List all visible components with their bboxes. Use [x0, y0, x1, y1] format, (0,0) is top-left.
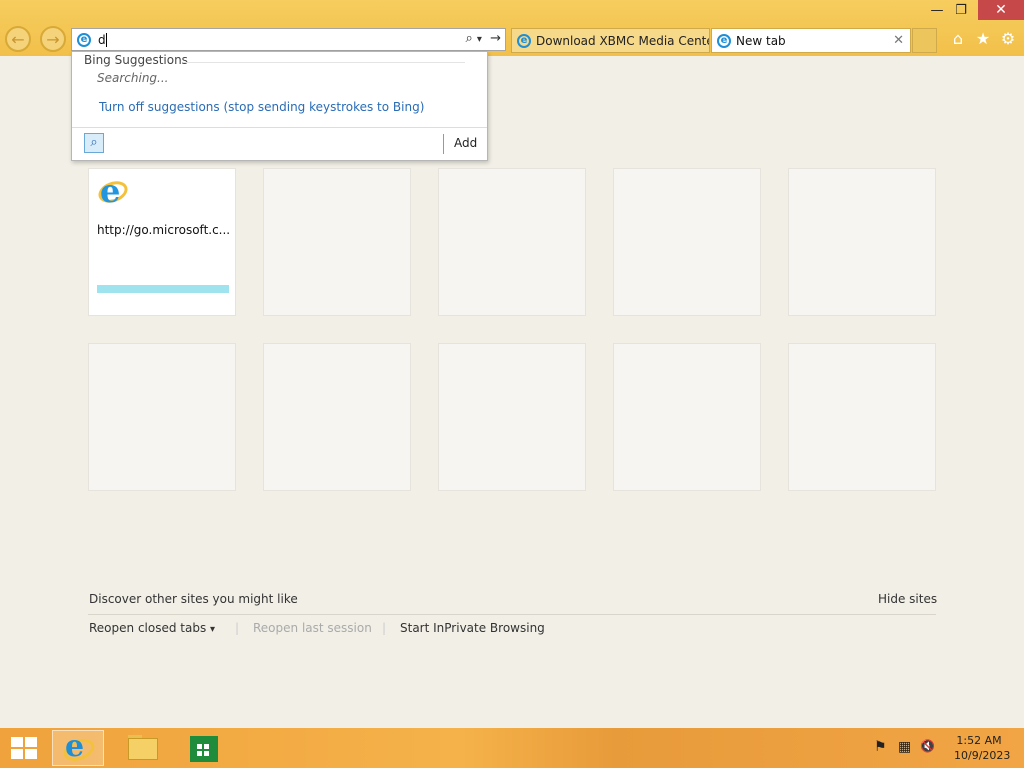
favorites-star-icon[interactable]: ★ — [973, 29, 993, 48]
chevron-down-icon[interactable]: ▾ — [477, 34, 482, 45]
taskbar-ie-button[interactable]: e — [52, 729, 104, 766]
new-tab-button[interactable] — [912, 28, 937, 53]
network-icon[interactable]: ▦ — [898, 739, 911, 755]
empty-tile — [263, 168, 411, 316]
suggestions-status: Searching... — [97, 71, 169, 85]
close-window-button[interactable]: ✕ — [978, 0, 1024, 20]
restore-button[interactable]: ❐ — [946, 2, 976, 20]
search-icon[interactable]: ⌕ — [466, 31, 473, 46]
empty-tile — [613, 168, 761, 316]
address-bar[interactable]: e d ⌕ ▾ → — [71, 28, 506, 51]
browser-chrome: — ❐ ✕ ← → e d ⌕ ▾ → e Download XBMC Medi… — [0, 0, 1024, 56]
start-inprivate-link[interactable]: Start InPrivate Browsing — [400, 621, 545, 635]
suggestions-header: Bing Suggestions — [84, 53, 188, 67]
empty-tile — [613, 343, 761, 491]
ie-icon: e — [95, 173, 131, 209]
tab-new-tab[interactable]: e New tab ✕ — [711, 28, 911, 53]
empty-tile — [438, 343, 586, 491]
close-tab-icon[interactable]: ✕ — [893, 29, 904, 52]
reopen-closed-tabs-label: Reopen closed tabs — [89, 621, 207, 635]
divider — [88, 614, 936, 615]
volume-muted-icon[interactable]: 🔇 — [920, 739, 935, 753]
store-icon — [190, 736, 218, 762]
text-caret — [106, 33, 107, 47]
search-provider-icon[interactable]: ⌕ — [84, 133, 104, 153]
empty-tile — [263, 343, 411, 491]
address-input[interactable]: d — [98, 33, 106, 47]
tab-label: New tab — [736, 34, 786, 48]
add-provider-button[interactable]: Add — [454, 136, 477, 150]
tile-activity-bar — [97, 285, 229, 293]
tab-download-xbmc[interactable]: e Download XBMC Media Cente... — [511, 28, 710, 53]
search-provider-bar: ⌕ Add — [72, 127, 487, 160]
ie-icon: e — [77, 33, 91, 47]
clock-time: 1:52 AM — [956, 734, 1002, 747]
back-button[interactable]: ← — [5, 26, 31, 52]
reopen-closed-tabs-link[interactable]: Reopen closed tabs ▾ — [89, 621, 215, 635]
ie-icon: e — [517, 34, 531, 48]
tab-label: Download XBMC Media Cente... — [536, 34, 710, 48]
separator: | — [382, 621, 387, 635]
action-center-flag-icon[interactable]: ⚑ — [874, 739, 887, 755]
empty-tile — [88, 343, 236, 491]
forward-button[interactable]: → — [40, 26, 66, 52]
divider — [184, 62, 465, 63]
windows-start-icon[interactable] — [11, 737, 37, 759]
discover-sites-text[interactable]: Discover other sites you might like — [89, 592, 298, 606]
divider — [443, 134, 444, 154]
hide-sites-link[interactable]: Hide sites — [878, 592, 937, 606]
tile-url: http://go.microsoft.c... — [97, 223, 231, 237]
turn-off-suggestions-link[interactable]: Turn off suggestions (stop sending keyst… — [99, 100, 424, 114]
reopen-last-session-link: Reopen last session — [253, 621, 372, 635]
empty-tile — [438, 168, 586, 316]
taskbar-file-explorer-button[interactable] — [116, 730, 168, 766]
ie-icon: e — [717, 34, 731, 48]
taskbar: e ⚑ ▦ 🔇 — [0, 728, 1024, 768]
home-icon[interactable]: ⌂ — [948, 29, 968, 48]
empty-tile — [788, 168, 936, 316]
address-actions: ⌕ ▾ → — [466, 31, 502, 46]
chevron-down-icon: ▾ — [210, 624, 216, 635]
folder-icon — [128, 738, 158, 760]
go-arrow-icon[interactable]: → — [490, 31, 501, 46]
clock-date: 10/9/2023 — [954, 749, 1011, 762]
taskbar-clock[interactable]: 1:52 AM 10/9/2023 — [954, 733, 1011, 763]
gear-icon[interactable]: ⚙ — [998, 29, 1018, 48]
taskbar-store-button[interactable] — [178, 730, 230, 766]
address-suggestions-dropdown: Bing Suggestions Searching... Turn off s… — [71, 51, 488, 161]
empty-tile — [788, 343, 936, 491]
site-tile[interactable]: e http://go.microsoft.c... — [88, 168, 236, 316]
separator: | — [235, 621, 240, 635]
